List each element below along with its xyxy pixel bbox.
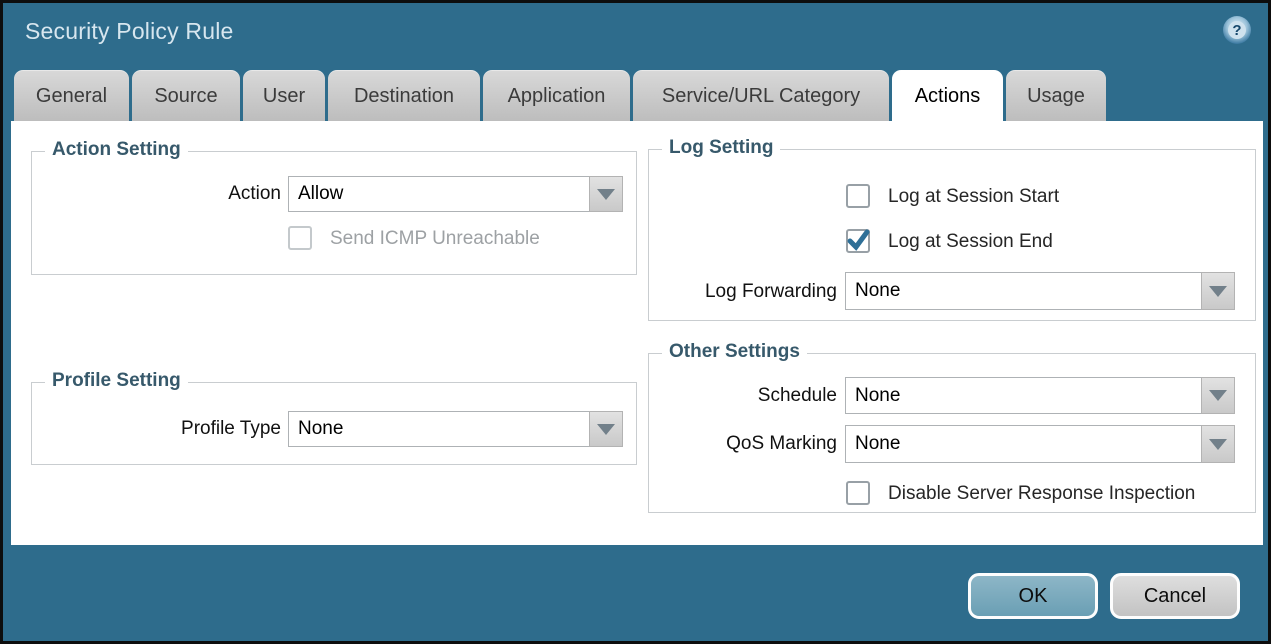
tab-application[interactable]: Application (483, 70, 630, 121)
qos-marking-dropdown[interactable]: None (845, 425, 1235, 463)
disable-server-response-inspection-label: Disable Server Response Inspection (888, 483, 1195, 505)
qos-marking-dropdown-value: None (845, 425, 1201, 463)
log-forwarding-label: Log Forwarding (651, 281, 837, 303)
tab-bar: General Source User Destination Applicat… (14, 70, 1106, 121)
disable-server-response-inspection-checkbox[interactable] (846, 481, 870, 505)
other-settings-legend: Other Settings (662, 341, 807, 363)
ok-button[interactable]: OK (968, 573, 1098, 619)
chevron-down-icon[interactable] (589, 176, 623, 212)
send-icmp-unreachable-checkbox (288, 226, 312, 250)
dialog-title: Security Policy Rule (25, 18, 234, 45)
log-forwarding-dropdown-value: None (845, 272, 1201, 310)
tab-actions[interactable]: Actions (892, 70, 1003, 122)
log-forwarding-dropdown[interactable]: None (845, 272, 1235, 310)
cancel-button[interactable]: Cancel (1110, 573, 1240, 619)
security-policy-rule-dialog: Security Policy Rule ? General Source Us… (0, 0, 1271, 644)
tab-usage[interactable]: Usage (1006, 70, 1106, 121)
log-at-session-start-checkbox[interactable] (846, 184, 870, 208)
action-setting-group: Action Setting (31, 151, 637, 275)
actions-tab-panel: Action Setting Action Allow Send ICMP Un… (11, 121, 1263, 545)
log-at-session-start-label: Log at Session Start (888, 186, 1059, 208)
profile-type-dropdown[interactable]: None (288, 411, 623, 447)
checkmark-icon (847, 230, 869, 252)
action-label: Action (91, 183, 281, 205)
action-dropdown[interactable]: Allow (288, 176, 623, 212)
log-setting-legend: Log Setting (662, 137, 780, 159)
log-at-session-end-label: Log at Session End (888, 231, 1053, 253)
chevron-down-icon[interactable] (589, 411, 623, 447)
schedule-dropdown[interactable]: None (845, 377, 1235, 414)
action-setting-legend: Action Setting (45, 139, 188, 161)
schedule-dropdown-value: None (845, 377, 1201, 414)
profile-type-label: Profile Type (91, 418, 281, 440)
chevron-down-icon[interactable] (1201, 272, 1235, 310)
profile-setting-legend: Profile Setting (45, 370, 188, 392)
log-at-session-end-checkbox[interactable] (846, 229, 870, 253)
help-button[interactable]: ? (1223, 16, 1251, 44)
chevron-down-icon[interactable] (1201, 425, 1235, 463)
help-icon: ? (1228, 21, 1246, 39)
tab-general[interactable]: General (14, 70, 129, 121)
schedule-label: Schedule (651, 385, 837, 407)
tab-user[interactable]: User (243, 70, 325, 121)
profile-type-dropdown-value: None (288, 411, 589, 447)
chevron-down-icon[interactable] (1201, 377, 1235, 414)
send-icmp-unreachable-label: Send ICMP Unreachable (330, 228, 540, 250)
tab-destination[interactable]: Destination (328, 70, 480, 121)
tab-service-url-category[interactable]: Service/URL Category (633, 70, 889, 121)
qos-marking-label: QoS Marking (651, 433, 837, 455)
tab-source[interactable]: Source (132, 70, 240, 121)
action-dropdown-value: Allow (288, 176, 589, 212)
